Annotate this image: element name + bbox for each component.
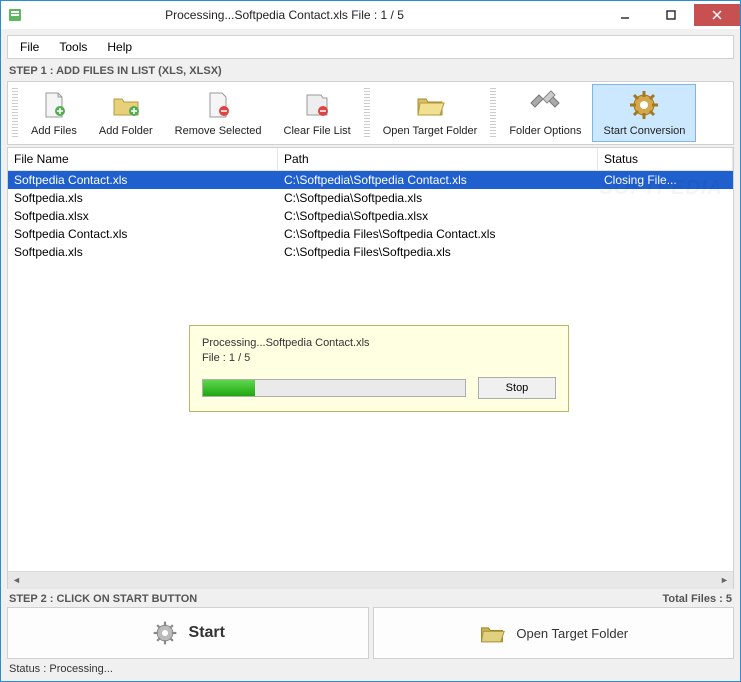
start-conversion-button[interactable]: Start Conversion: [592, 84, 696, 142]
add-folder-button[interactable]: Add Folder: [88, 84, 164, 142]
dialog-line1: Processing...Softpedia Contact.xls: [202, 336, 556, 351]
add-files-button[interactable]: Add Files: [20, 84, 88, 142]
step1-label: STEP 1 : ADD FILES IN LIST (XLS, XLSX): [7, 61, 734, 81]
watermark: SOFTPEDIA: [600, 177, 723, 200]
add-folder-label: Add Folder: [99, 125, 153, 137]
table-row[interactable]: Softpedia.xlsC:\Softpedia Files\Softpedi…: [8, 243, 733, 261]
statusbar: Status : Processing...: [7, 659, 734, 675]
remove-selected-label: Remove Selected: [175, 125, 262, 137]
stop-button[interactable]: Stop: [478, 377, 556, 399]
cell-name: Softpedia.xlsx: [8, 208, 278, 224]
open-target-button[interactable]: Open Target Folder: [373, 607, 735, 659]
cell-name: Softpedia Contact.xls: [8, 226, 278, 242]
toolbar: Add Files Add Folder Remove Selected Cle…: [7, 81, 734, 145]
folder-options-button[interactable]: Folder Options: [498, 84, 592, 142]
menu-file[interactable]: File: [12, 38, 47, 56]
file-remove-icon: [202, 89, 234, 121]
tools-icon: [529, 89, 561, 121]
col-header-path[interactable]: Path: [278, 148, 598, 170]
scroll-track[interactable]: [25, 572, 716, 589]
start-button[interactable]: Start: [7, 607, 369, 659]
step2-row: STEP 2 : CLICK ON START BUTTON Total Fil…: [7, 589, 734, 607]
gear-icon: [628, 89, 660, 121]
file-add-icon: [38, 89, 70, 121]
toolbar-grip-2[interactable]: [364, 88, 370, 138]
cell-path: C:\Softpedia\Softpedia.xls: [278, 190, 598, 206]
content-area: File Tools Help STEP 1 : ADD FILES IN LI…: [1, 29, 740, 681]
table-row[interactable]: Softpedia.xlsxC:\Softpedia\Softpedia.xls…: [8, 207, 733, 225]
app-icon: [7, 7, 23, 23]
progress-bar: [202, 379, 466, 397]
open-target-folder-label: Open Target Folder: [383, 125, 478, 137]
cell-path: C:\Softpedia Files\Softpedia.xls: [278, 244, 598, 260]
menu-help[interactable]: Help: [99, 38, 140, 56]
folder-open-icon: [478, 619, 506, 647]
cell-status: [598, 233, 733, 235]
add-files-label: Add Files: [31, 125, 77, 137]
total-files: Total Files : 5: [663, 593, 732, 605]
cell-status: [598, 251, 733, 253]
big-buttons: Start Open Target Folder: [7, 607, 734, 659]
progress-fill: [203, 380, 255, 396]
folder-add-icon: [110, 89, 142, 121]
cell-name: Softpedia.xls: [8, 190, 278, 206]
toolbar-grip[interactable]: [12, 88, 18, 138]
menu-tools[interactable]: Tools: [51, 38, 95, 56]
start-button-label: Start: [189, 624, 225, 642]
minimize-button[interactable]: [602, 4, 648, 26]
cell-name: Softpedia Contact.xls: [8, 172, 278, 188]
titlebar[interactable]: Processing...Softpedia Contact.xls File …: [1, 1, 740, 29]
cell-name: Softpedia.xls: [8, 244, 278, 260]
open-target-folder-button[interactable]: Open Target Folder: [372, 84, 489, 142]
col-header-status[interactable]: Status: [598, 148, 733, 170]
clear-list-label: Clear File List: [284, 125, 351, 137]
close-button[interactable]: [694, 4, 740, 26]
scroll-right-arrow[interactable]: ►: [716, 572, 733, 589]
gear-icon: [151, 619, 179, 647]
window-title: Processing...Softpedia Contact.xls File …: [27, 8, 602, 22]
remove-selected-button[interactable]: Remove Selected: [164, 84, 273, 142]
cell-status: [598, 215, 733, 217]
start-conversion-label: Start Conversion: [603, 125, 685, 137]
dialog-controls: Stop: [202, 377, 556, 399]
dialog-line2: File : 1 / 5: [202, 351, 556, 366]
horizontal-scrollbar[interactable]: ◄ ►: [8, 571, 733, 588]
toolbar-grip-3[interactable]: [490, 88, 496, 138]
maximize-button[interactable]: [648, 4, 694, 26]
open-target-button-label: Open Target Folder: [516, 626, 628, 641]
folder-options-label: Folder Options: [509, 125, 581, 137]
col-header-name[interactable]: File Name: [8, 148, 278, 170]
scroll-left-arrow[interactable]: ◄: [8, 572, 25, 589]
dialog-text: Processing...Softpedia Contact.xls File …: [202, 336, 556, 367]
table-header: File Name Path Status: [8, 148, 733, 171]
app-window: Processing...Softpedia Contact.xls File …: [0, 0, 741, 682]
progress-dialog: Processing...Softpedia Contact.xls File …: [189, 325, 569, 412]
cell-path: C:\Softpedia Files\Softpedia Contact.xls: [278, 226, 598, 242]
clear-list-icon: [301, 89, 333, 121]
cell-path: C:\Softpedia\Softpedia.xlsx: [278, 208, 598, 224]
menubar: File Tools Help: [7, 35, 734, 59]
folder-open-icon: [414, 89, 446, 121]
clear-list-button[interactable]: Clear File List: [273, 84, 362, 142]
table-row[interactable]: Softpedia Contact.xlsC:\Softpedia Files\…: [8, 225, 733, 243]
cell-path: C:\Softpedia\Softpedia Contact.xls: [278, 172, 598, 188]
window-controls: [602, 4, 740, 26]
step2-label: STEP 2 : CLICK ON START BUTTON: [9, 593, 197, 605]
